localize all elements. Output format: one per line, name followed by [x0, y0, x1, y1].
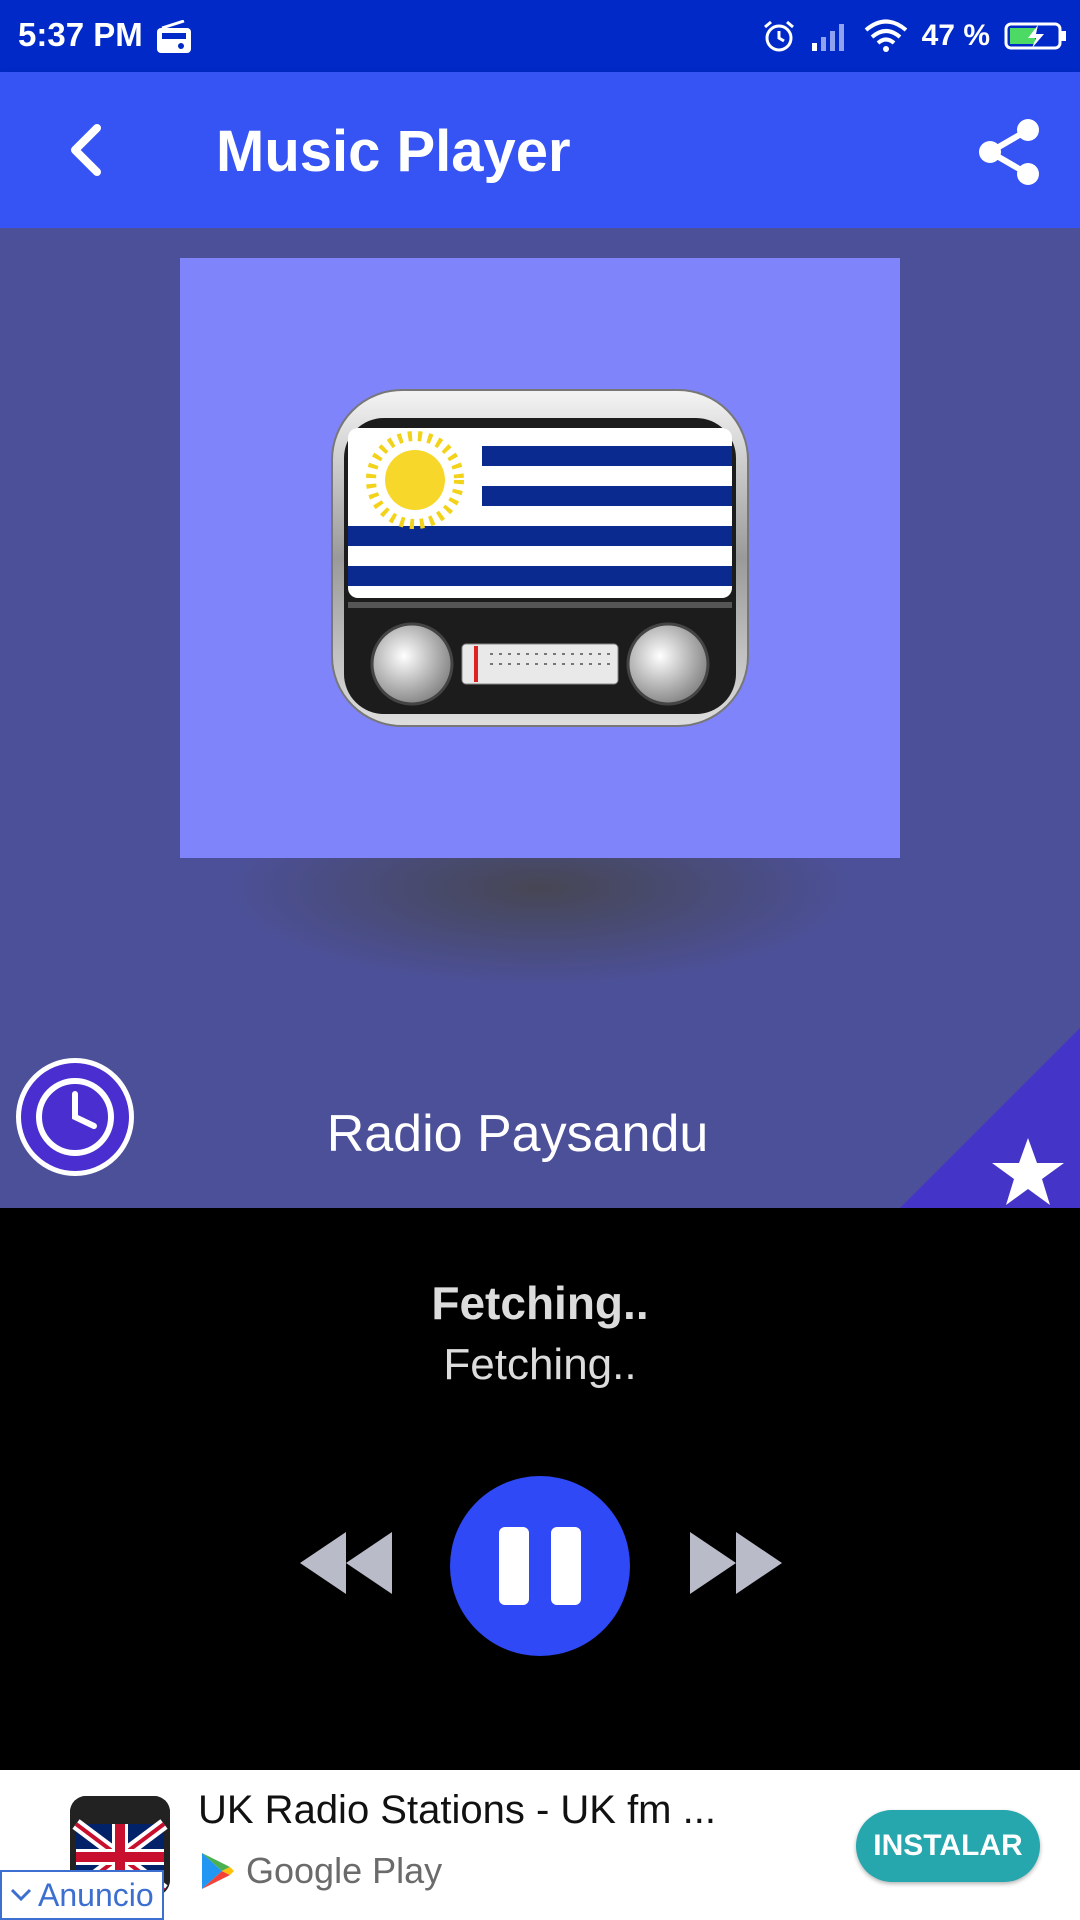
ad-store-label: Google Play — [246, 1850, 443, 1891]
wifi-icon — [864, 19, 907, 52]
pause-icon-bar — [499, 1527, 529, 1605]
uruguay-radio-logo — [331, 389, 749, 727]
pause-button[interactable] — [450, 1476, 630, 1656]
ad-store: Google Play — [200, 1850, 442, 1892]
station-artwork — [180, 258, 900, 858]
station-hero: Radio Paysandu — [0, 228, 1080, 1208]
track-artist: Fetching.. — [443, 1340, 637, 1389]
app-bar: Music Player — [0, 72, 1080, 228]
back-button[interactable] — [50, 112, 120, 188]
page-title: Music Player — [216, 119, 571, 184]
battery-percentage: 47 % — [921, 19, 990, 52]
battery-charging-icon — [1004, 22, 1066, 50]
ad-title[interactable]: UK Radio Stations - UK fm ... — [198, 1788, 716, 1833]
status-time: 5:37 PM — [18, 16, 143, 53]
rewind-button[interactable] — [296, 1528, 396, 1598]
radio-icon — [157, 20, 191, 53]
status-icons: 47 % — [762, 14, 1068, 58]
player-panel: Fetching.. Fetching.. — [0, 1208, 1080, 1770]
favorite-button[interactable] — [900, 1028, 1080, 1208]
pause-icon-bar — [551, 1527, 581, 1605]
install-button[interactable]: INSTALAR — [856, 1810, 1040, 1882]
ad-badge[interactable]: Anuncio — [0, 1870, 164, 1920]
status-bar: 5:37 PM 47 % — [0, 0, 1080, 72]
signal-icon — [811, 24, 844, 51]
playback-controls — [0, 1476, 1080, 1656]
chevron-left-icon — [71, 124, 101, 176]
fast-forward-button[interactable] — [686, 1528, 786, 1598]
chevron-down-icon — [10, 1888, 32, 1902]
station-name: Radio Paysandu — [326, 1105, 709, 1163]
alarm-icon — [763, 20, 794, 52]
ad-banner[interactable]: UK Radio Stations - UK fm ... Google Pla… — [0, 1770, 1080, 1920]
ad-badge-label: Anuncio — [38, 1876, 154, 1913]
google-play-icon — [202, 1853, 234, 1889]
track-title: Fetching.. — [431, 1277, 649, 1329]
share-icon[interactable] — [974, 116, 1046, 188]
